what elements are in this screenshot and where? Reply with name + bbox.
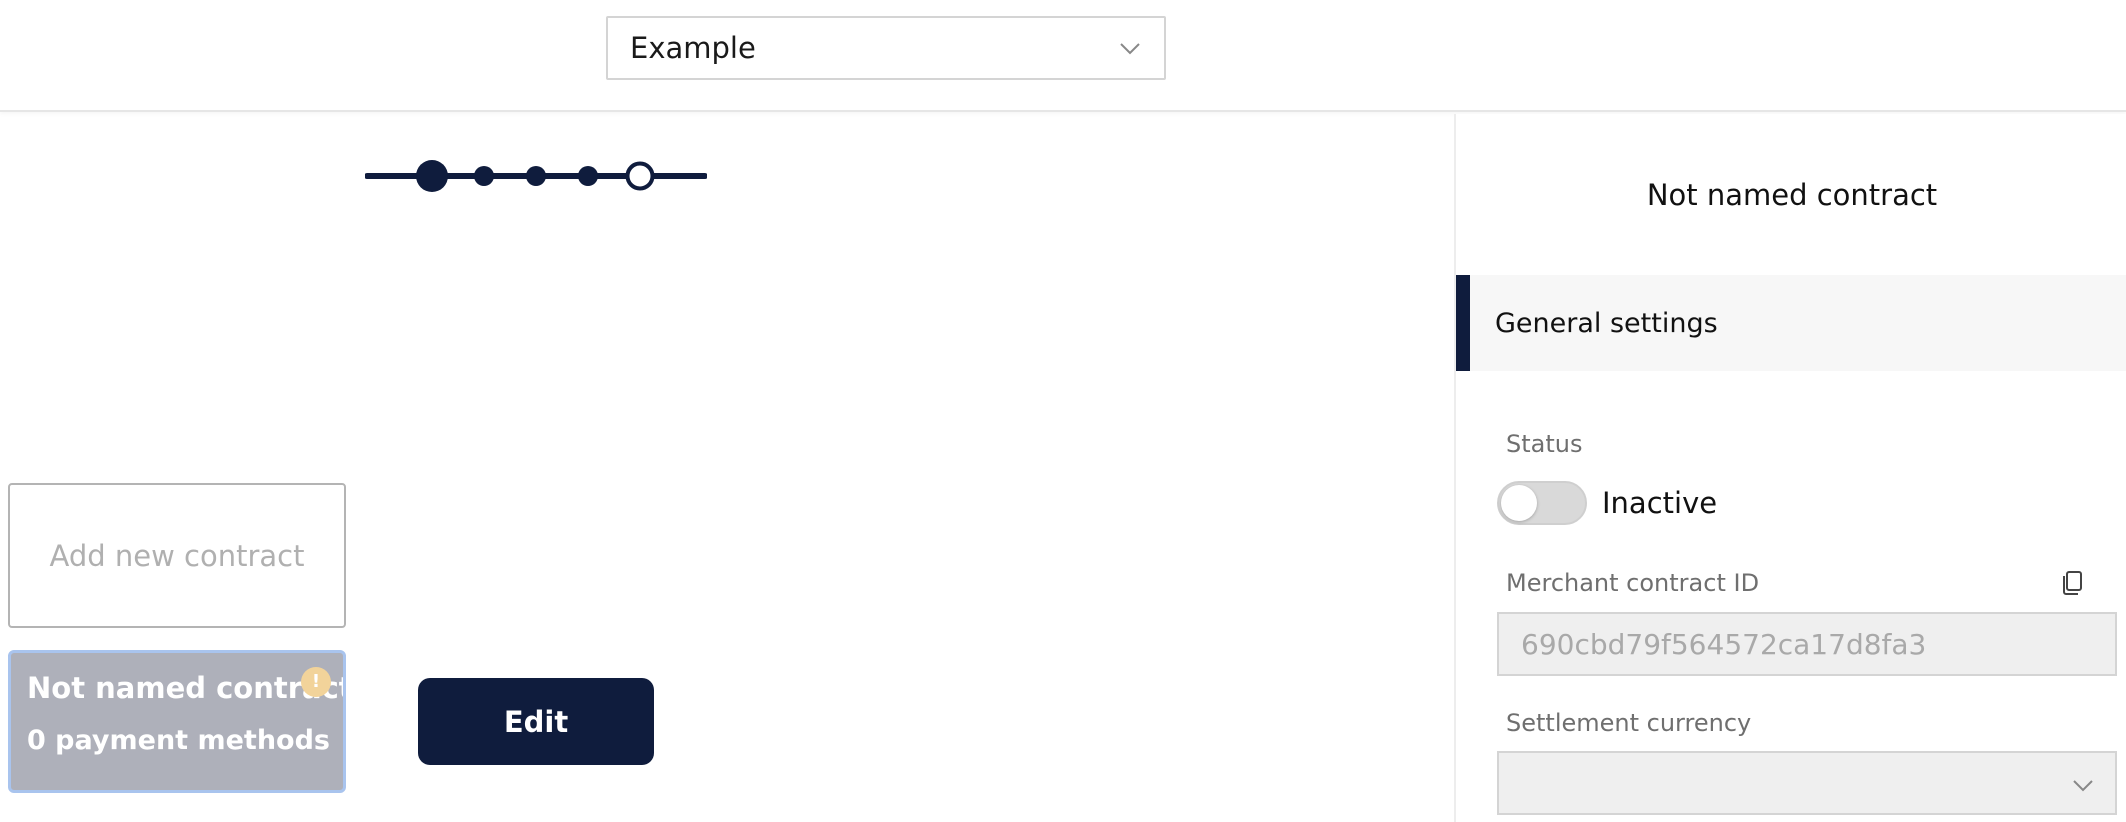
stepper-step-4 bbox=[578, 166, 598, 186]
project-select-value: Example bbox=[630, 31, 756, 65]
section-general-settings[interactable]: General settings bbox=[1456, 275, 2126, 371]
contract-card[interactable]: Not named contract 0 payment methods ! bbox=[8, 650, 346, 793]
stepper-step-2 bbox=[474, 166, 494, 186]
stepper-step-3 bbox=[526, 166, 546, 186]
warning-icon: ! bbox=[301, 667, 331, 697]
chevron-down-icon bbox=[1120, 43, 1140, 55]
stepper-step-5 bbox=[625, 161, 655, 191]
add-new-contract-label: Add new contract bbox=[49, 538, 305, 573]
panel-title: Not named contract bbox=[1646, 178, 1938, 212]
chevron-down-icon bbox=[2073, 780, 2093, 792]
settlement-currency-select[interactable] bbox=[1497, 751, 2117, 815]
status-label: Status bbox=[1506, 430, 1583, 458]
stepper-step-1 bbox=[416, 160, 448, 192]
project-select[interactable]: Example bbox=[606, 16, 1166, 80]
toggle-knob bbox=[1501, 485, 1537, 521]
top-bar: Example bbox=[0, 0, 2126, 112]
copy-icon[interactable] bbox=[2060, 570, 2084, 596]
edit-button[interactable]: Edit bbox=[418, 678, 654, 765]
merchant-contract-id-field[interactable] bbox=[1497, 612, 2117, 676]
progress-stepper bbox=[365, 160, 707, 192]
add-new-contract-button[interactable]: Add new contract bbox=[8, 483, 346, 628]
merchant-contract-id-label: Merchant contract ID bbox=[1506, 569, 1760, 597]
status-value: Inactive bbox=[1602, 486, 1718, 520]
contract-card-payment-methods: 0 payment methods bbox=[27, 725, 330, 756]
contract-card-name: Not named contract bbox=[27, 671, 346, 705]
section-general-settings-label: General settings bbox=[1495, 307, 1718, 339]
contract-settings-panel: Not named contract General settings Stat… bbox=[1454, 114, 2126, 822]
status-toggle[interactable] bbox=[1497, 481, 1587, 525]
settlement-currency-label: Settlement currency bbox=[1506, 709, 1752, 737]
